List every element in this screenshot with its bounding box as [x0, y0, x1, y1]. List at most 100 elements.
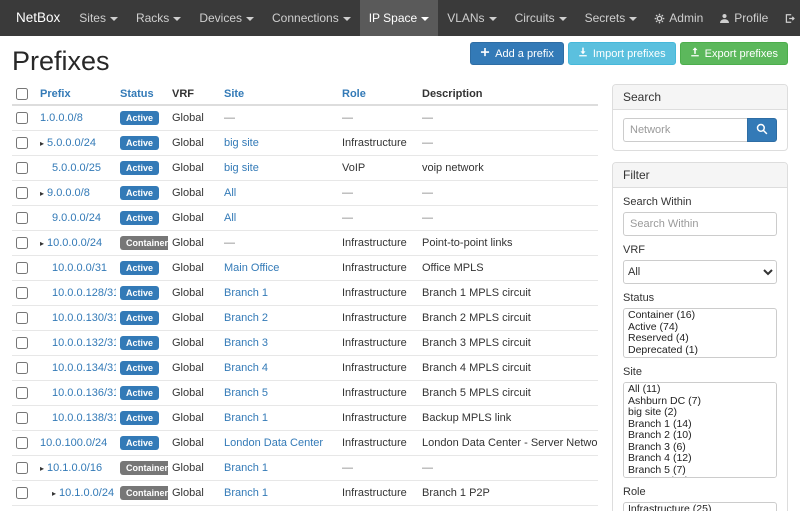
site-link[interactable]: Branch 1 [224, 412, 268, 424]
role-cell: Infrastructure [338, 256, 418, 281]
logout-link[interactable]: Log out [776, 0, 800, 36]
row-checkbox[interactable] [16, 212, 28, 224]
site-link[interactable]: Branch 2 [224, 312, 268, 324]
prefix-link[interactable]: 9.0.0.0/24 [52, 212, 101, 224]
prefix-link[interactable]: 10.0.0.134/31 [52, 362, 116, 374]
row-checkbox[interactable] [16, 187, 28, 199]
status-badge: Active [120, 161, 159, 175]
row-checkbox[interactable] [16, 337, 28, 349]
nav-item-connections[interactable]: Connections [263, 0, 360, 36]
role-filter-list[interactable]: Infrastructure (25)Management (8)Private… [623, 502, 777, 511]
role-cell: Infrastructure [338, 431, 418, 456]
nav-item-secrets[interactable]: Secrets [576, 0, 647, 36]
row-checkbox[interactable] [16, 162, 28, 174]
site-link[interactable]: big site [224, 162, 259, 174]
column-header-status[interactable]: Status [116, 84, 168, 105]
site-link[interactable]: London Data Center [224, 437, 323, 449]
filter-option[interactable]: Infrastructure (25) [624, 504, 776, 511]
prefix-link[interactable]: 10.0.0.136/31 [52, 387, 116, 399]
filter-option[interactable]: Deprecated (1) [624, 345, 776, 357]
row-checkbox[interactable] [16, 137, 28, 149]
prefix-link[interactable]: 10.0.0.128/31 [52, 287, 116, 299]
site-link[interactable]: big site [224, 137, 259, 149]
prefix-cell: 10.0.0.134/31 [36, 356, 116, 381]
filter-option[interactable]: Reserved (4) [624, 333, 776, 345]
prefix-cell: ▸10.1.0.0/16 [36, 456, 116, 481]
export-prefixes-button[interactable]: Export prefixes [680, 42, 788, 65]
row-checkbox[interactable] [16, 237, 28, 249]
prefix-link[interactable]: 10.0.0.0/24 [47, 237, 102, 249]
row-checkbox[interactable] [16, 487, 28, 499]
export-icon [690, 47, 700, 60]
row-checkbox[interactable] [16, 412, 28, 424]
vrf-cell: Global [168, 356, 220, 381]
row-checkbox[interactable] [16, 462, 28, 474]
add-prefix-button[interactable]: Add a prefix [470, 42, 564, 65]
select-all-checkbox[interactable] [16, 88, 28, 100]
row-checkbox[interactable] [16, 287, 28, 299]
filter-option[interactable]: Container (16) [624, 310, 776, 322]
nav-item-devices[interactable]: Devices [190, 0, 263, 36]
search-within-input[interactable] [623, 212, 777, 236]
row-checkbox[interactable] [16, 112, 28, 124]
prefix-link[interactable]: 1.0.0.0/8 [40, 112, 83, 124]
site-link[interactable]: Main Office [224, 262, 279, 274]
status-cell: Active [116, 381, 168, 406]
filter-option[interactable]: COLO-1 (24) [624, 476, 776, 478]
prefix-link[interactable]: 5.0.0.0/25 [52, 162, 101, 174]
prefix-link[interactable]: 10.0.100.0/24 [40, 437, 107, 449]
app-brand[interactable]: NetBox [6, 0, 70, 36]
prefix-link[interactable]: 5.0.0.0/24 [47, 137, 96, 149]
prefix-link[interactable]: 10.0.0.130/31 [52, 312, 116, 324]
navbar-right: Admin Profile Log out [646, 0, 800, 36]
column-header-site[interactable]: Site [220, 84, 338, 105]
admin-link[interactable]: Admin [646, 0, 711, 36]
nav-item-vlans[interactable]: VLANs [438, 0, 505, 36]
prefix-link[interactable]: 10.0.0.132/31 [52, 337, 116, 349]
nav-item-ip-space[interactable]: IP Space [360, 0, 438, 36]
row-checkbox[interactable] [16, 262, 28, 274]
column-header-prefix[interactable]: Prefix [36, 84, 116, 105]
nav-item-racks[interactable]: Racks [127, 0, 190, 36]
site-link[interactable]: Branch 5 [224, 387, 268, 399]
site-link[interactable]: All [224, 187, 236, 199]
profile-link[interactable]: Profile [711, 0, 776, 36]
search-button[interactable] [747, 118, 777, 142]
site-link[interactable]: Branch 1 [224, 287, 268, 299]
site-link[interactable]: Branch 1 [224, 487, 268, 499]
row-checkbox[interactable] [16, 437, 28, 449]
table-row: ▸10.1.0.0/24ContainerGlobalBranch 1Infra… [12, 481, 598, 506]
prefix-link[interactable]: 10.0.0.0/31 [52, 262, 107, 274]
filter-option[interactable]: Branch 2 (10) [624, 430, 776, 442]
site-link[interactable]: All [224, 212, 236, 224]
row-checkbox[interactable] [16, 312, 28, 324]
vrf-select[interactable]: All [623, 260, 777, 284]
site-filter-list[interactable]: All (11)Ashburn DC (7)big site (2)Branch… [623, 382, 777, 478]
description-cell: — [418, 181, 598, 206]
nav-item-label: Connections [272, 11, 339, 25]
site-cell: big site [220, 131, 338, 156]
filter-panel: Filter Search Within VRF All Status Cont… [612, 162, 788, 511]
vrf-cell: Global [168, 381, 220, 406]
filter-option[interactable]: Branch 4 (12) [624, 453, 776, 465]
row-checkbox[interactable] [16, 387, 28, 399]
nav-item-circuits[interactable]: Circuits [506, 0, 576, 36]
site-link[interactable]: Branch 1 [224, 462, 268, 474]
filter-option[interactable]: big site (2) [624, 407, 776, 419]
prefix-link[interactable]: 10.0.0.138/31 [52, 412, 116, 424]
row-checkbox[interactable] [16, 362, 28, 374]
vrf-cell: Global [168, 456, 220, 481]
nav-item-sites[interactable]: Sites [70, 0, 127, 36]
site-link[interactable]: Branch 3 [224, 337, 268, 349]
import-prefixes-button[interactable]: Import prefixes [568, 42, 676, 65]
status-filter-list[interactable]: Container (16)Active (74)Reserved (4)Dep… [623, 308, 777, 358]
role-cell: Infrastructure [338, 281, 418, 306]
prefix-link[interactable]: 10.1.0.0/16 [47, 462, 102, 474]
column-header-role[interactable]: Role [338, 84, 418, 105]
filter-option[interactable]: All (11) [624, 384, 776, 396]
prefix-link[interactable]: 10.1.0.0/24 [59, 487, 114, 499]
search-input[interactable] [623, 118, 747, 142]
status-badge: Active [120, 336, 159, 350]
prefix-link[interactable]: 9.0.0.0/8 [47, 187, 90, 199]
site-link[interactable]: Branch 4 [224, 362, 268, 374]
